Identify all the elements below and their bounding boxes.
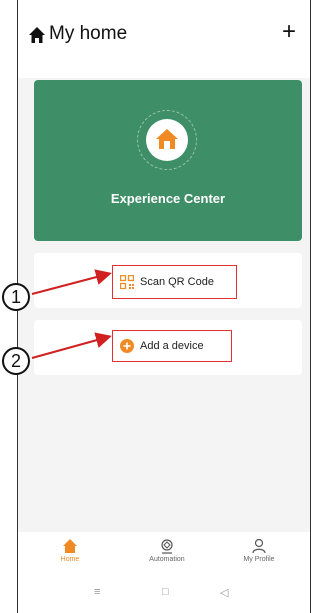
experience-center-label: Experience Center	[110, 191, 226, 206]
annotation-marker-2: 2	[2, 347, 30, 375]
profile-icon	[252, 538, 266, 554]
house-icon	[156, 129, 178, 149]
page-title: My home	[49, 23, 128, 44]
scan-qr-card: Scan QR Code	[34, 253, 302, 308]
plus-circle-icon	[120, 339, 134, 353]
tab-my-profile[interactable]: My Profile	[224, 532, 294, 563]
add-device-label: Add a device	[140, 340, 204, 352]
phone-screen: My home + Experience Center Scan QR Code…	[17, 0, 311, 613]
home-icon	[63, 539, 77, 553]
scan-qr-label: Scan QR Code	[140, 276, 214, 288]
qr-code-icon	[120, 275, 134, 289]
automation-icon	[161, 539, 173, 554]
add-button[interactable]: +	[282, 20, 296, 44]
annotation-marker-1: 1	[2, 283, 30, 311]
experience-center-card[interactable]: Experience Center	[34, 80, 302, 241]
tab-home-label: Home	[60, 556, 80, 563]
system-home-button[interactable]: □	[162, 586, 169, 598]
add-device-card: Add a device	[34, 320, 302, 375]
system-back-button[interactable]: ◁	[220, 586, 228, 599]
tab-home[interactable]: Home	[35, 532, 105, 563]
tab-my-profile-label: My Profile	[243, 556, 275, 563]
experience-icon-circle	[146, 119, 188, 161]
system-menu-button[interactable]: ≡	[94, 586, 100, 598]
bottom-tab-bar: Home Automation My Profile	[18, 532, 310, 577]
header: My home +	[18, 0, 310, 78]
home-title-icon	[29, 27, 45, 43]
experience-ring	[137, 110, 197, 170]
tab-automation[interactable]: Automation	[132, 532, 202, 563]
add-device-button[interactable]: Add a device	[112, 330, 232, 362]
tab-automation-label: Automation	[149, 556, 185, 563]
scan-qr-button[interactable]: Scan QR Code	[112, 265, 237, 299]
system-navigation-bar: ≡ □ ◁	[18, 577, 310, 613]
